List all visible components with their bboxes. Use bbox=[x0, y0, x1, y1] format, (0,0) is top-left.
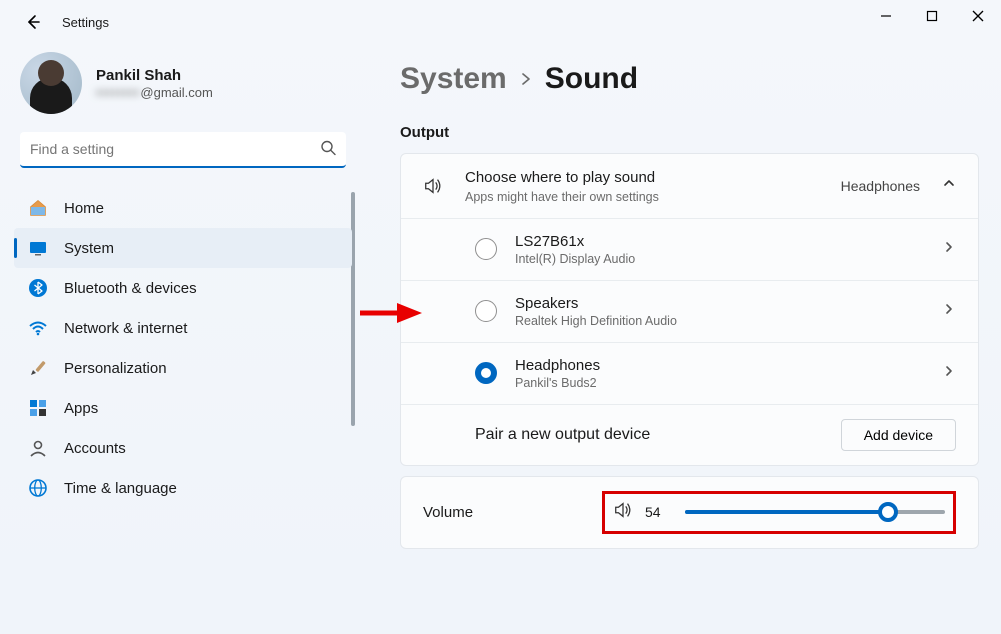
sidebar-item-label: Home bbox=[64, 200, 104, 217]
device-name: Speakers bbox=[515, 295, 924, 312]
profile-name: Pankil Shah bbox=[96, 67, 213, 85]
sidebar-item-bluetooth[interactable]: Bluetooth & devices bbox=[14, 268, 352, 308]
chevron-right-icon bbox=[942, 302, 956, 321]
accounts-icon bbox=[28, 438, 48, 458]
window-controls bbox=[863, 0, 1001, 32]
nav-scrollbar[interactable] bbox=[351, 192, 355, 426]
output-card: Choose where to play sound Apps might ha… bbox=[400, 153, 979, 466]
system-icon bbox=[28, 238, 48, 258]
device-sub: Pankil's Buds2 bbox=[515, 376, 924, 390]
speaker-icon bbox=[423, 176, 443, 196]
output-device-row[interactable]: LS27B61x Intel(R) Display Audio bbox=[401, 218, 978, 280]
volume-value: 54 bbox=[645, 504, 673, 520]
profile-email: ••••••••@gmail.com bbox=[96, 85, 213, 100]
chevron-right-icon bbox=[519, 72, 533, 91]
sidebar-item-home[interactable]: Home bbox=[14, 188, 352, 228]
avatar bbox=[20, 52, 82, 114]
output-device-row[interactable]: Speakers Realtek High Definition Audio bbox=[401, 280, 978, 342]
sidebar-item-time[interactable]: Time & language bbox=[14, 468, 352, 508]
sidebar-item-personalization[interactable]: Personalization bbox=[14, 348, 352, 388]
app-title: Settings bbox=[62, 15, 109, 30]
search-input[interactable] bbox=[20, 132, 346, 168]
choose-output-value: Headphones bbox=[841, 178, 920, 194]
volume-slider[interactable] bbox=[685, 502, 945, 522]
back-button[interactable] bbox=[22, 12, 42, 32]
time-icon bbox=[28, 478, 48, 498]
radio-unchecked[interactable] bbox=[475, 238, 497, 260]
main-content: System Sound Output Choose where to play… bbox=[360, 32, 1001, 626]
device-sub: Realtek High Definition Audio bbox=[515, 314, 924, 328]
volume-label: Volume bbox=[423, 504, 473, 521]
volume-card: Volume 54 bbox=[400, 476, 979, 549]
device-sub: Intel(R) Display Audio bbox=[515, 252, 924, 266]
speaker-icon[interactable] bbox=[613, 500, 633, 525]
search-icon bbox=[320, 140, 336, 161]
home-icon bbox=[28, 198, 48, 218]
sidebar-item-accounts[interactable]: Accounts bbox=[14, 428, 352, 468]
bluetooth-icon bbox=[28, 278, 48, 298]
add-device-button[interactable]: Add device bbox=[841, 419, 956, 451]
nav-list: Home System Bluetooth & devices Network … bbox=[14, 188, 352, 508]
choose-output-sub: Apps might have their own settings bbox=[465, 190, 659, 204]
personalization-icon bbox=[28, 358, 48, 378]
chevron-right-icon bbox=[942, 364, 956, 383]
maximize-button[interactable] bbox=[909, 0, 955, 32]
sidebar-item-label: Personalization bbox=[64, 360, 167, 377]
pair-device-row: Pair a new output device Add device bbox=[401, 404, 978, 465]
sidebar-item-label: Time & language bbox=[64, 480, 177, 497]
sidebar-item-network[interactable]: Network & internet bbox=[14, 308, 352, 348]
sidebar: Pankil Shah ••••••••@gmail.com Home bbox=[0, 32, 360, 626]
section-output-label: Output bbox=[400, 124, 979, 141]
radio-checked[interactable] bbox=[475, 362, 497, 384]
title-bar: Settings bbox=[0, 0, 1001, 32]
sidebar-item-label: Apps bbox=[64, 400, 98, 417]
sidebar-item-label: Network & internet bbox=[64, 320, 187, 337]
choose-output-title: Choose where to play sound bbox=[465, 168, 659, 188]
device-name: Headphones bbox=[515, 357, 924, 374]
apps-icon bbox=[28, 398, 48, 418]
sidebar-item-apps[interactable]: Apps bbox=[14, 388, 352, 428]
device-name: LS27B61x bbox=[515, 233, 924, 250]
choose-output-row[interactable]: Choose where to play sound Apps might ha… bbox=[401, 154, 978, 218]
sidebar-item-label: Accounts bbox=[64, 440, 126, 457]
breadcrumb: System Sound bbox=[400, 62, 979, 96]
chevron-up-icon bbox=[942, 176, 956, 195]
pair-device-label: Pair a new output device bbox=[475, 426, 650, 444]
radio-unchecked[interactable] bbox=[475, 300, 497, 322]
sidebar-item-label: System bbox=[64, 240, 114, 257]
volume-control-highlight: 54 bbox=[602, 491, 956, 534]
chevron-right-icon bbox=[942, 240, 956, 259]
breadcrumb-parent[interactable]: System bbox=[400, 62, 507, 96]
sidebar-item-system[interactable]: System bbox=[14, 228, 352, 268]
breadcrumb-current: Sound bbox=[545, 62, 638, 96]
network-icon bbox=[28, 318, 48, 338]
output-device-row[interactable]: Headphones Pankil's Buds2 bbox=[401, 342, 978, 404]
minimize-button[interactable] bbox=[863, 0, 909, 32]
profile-block[interactable]: Pankil Shah ••••••••@gmail.com bbox=[14, 52, 352, 114]
close-button[interactable] bbox=[955, 0, 1001, 32]
sidebar-item-label: Bluetooth & devices bbox=[64, 280, 197, 297]
